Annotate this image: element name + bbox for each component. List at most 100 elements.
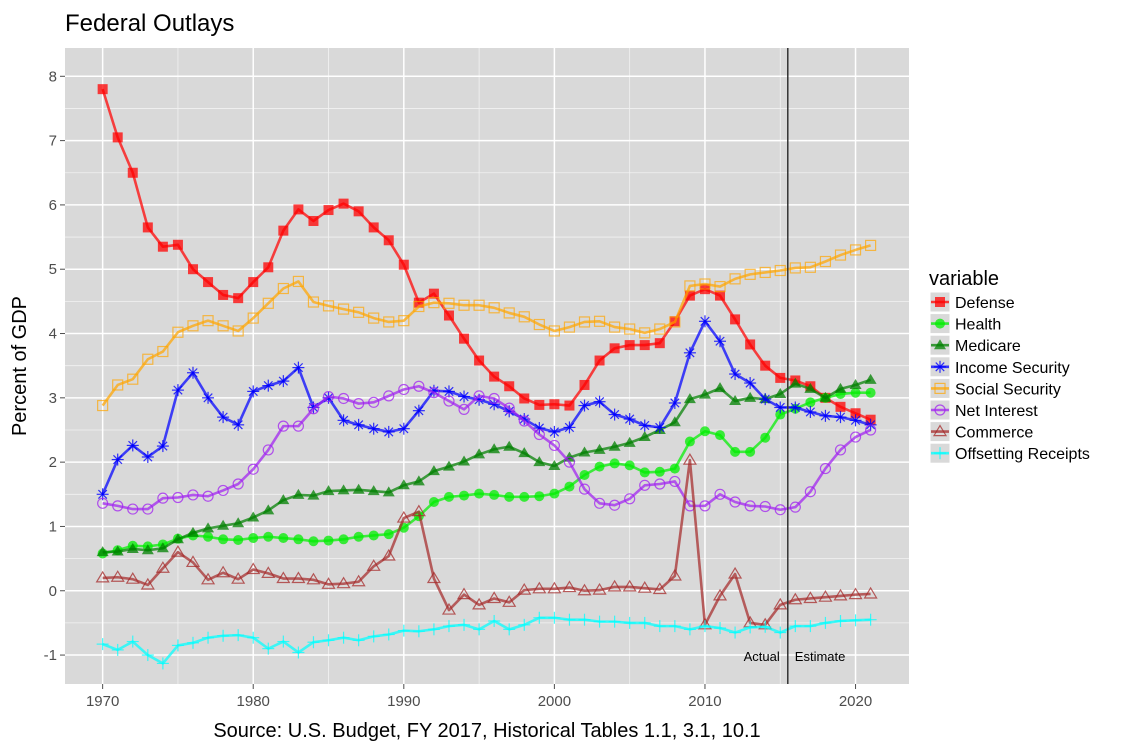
data-point-income-security bbox=[141, 450, 154, 463]
data-point-income-security bbox=[834, 411, 847, 424]
data-point-income-security bbox=[232, 418, 245, 431]
data-point-health bbox=[353, 531, 364, 542]
y-tick-label: 6 bbox=[49, 197, 57, 214]
legend-item-defense: Defense bbox=[929, 291, 1015, 313]
data-point-defense bbox=[383, 235, 394, 246]
data-point-income-security bbox=[668, 396, 681, 409]
data-point-defense bbox=[97, 84, 108, 95]
legend-label: Income Security bbox=[955, 360, 1070, 377]
data-point-defense bbox=[112, 132, 123, 143]
data-point-defense bbox=[549, 399, 560, 410]
y-tick-label: 7 bbox=[49, 133, 57, 150]
data-point-defense bbox=[127, 167, 138, 178]
data-point-income-security bbox=[156, 440, 169, 453]
data-point-defense bbox=[233, 293, 244, 304]
x-axis: 1970 1980 1990 2000 2010 2020 bbox=[86, 684, 872, 710]
data-point-income-security bbox=[337, 414, 350, 427]
data-point-health bbox=[594, 461, 605, 472]
legend-item-health: Health bbox=[929, 313, 1001, 335]
annotation-estimate: Estimate bbox=[795, 649, 846, 664]
data-point-health bbox=[564, 481, 575, 492]
data-point-income-security bbox=[262, 379, 275, 392]
data-point-health bbox=[549, 488, 560, 499]
data-point-health bbox=[639, 467, 650, 478]
data-point-health bbox=[730, 446, 741, 457]
legend-label: Net Interest bbox=[955, 403, 1038, 420]
data-point-defense bbox=[639, 340, 650, 351]
data-point-income-security bbox=[217, 411, 230, 424]
data-point-defense bbox=[775, 372, 786, 383]
data-point-health bbox=[609, 458, 620, 469]
data-point-health bbox=[489, 489, 500, 500]
data-point-health bbox=[654, 466, 665, 477]
data-point-defense bbox=[368, 222, 379, 233]
y-tick-label: 3 bbox=[49, 390, 57, 407]
legend-label: Defense bbox=[955, 295, 1015, 312]
legend-item-commerce: Commerce bbox=[929, 421, 1033, 443]
data-point-health bbox=[745, 446, 756, 457]
data-point-defense bbox=[609, 343, 620, 354]
legend-label: Health bbox=[955, 317, 1001, 334]
x-tick-label: 2020 bbox=[839, 693, 872, 710]
data-point-defense bbox=[730, 314, 741, 325]
data-point-defense bbox=[459, 333, 470, 344]
data-point-defense bbox=[564, 400, 575, 411]
data-point-health bbox=[278, 533, 289, 544]
data-point-income-security bbox=[653, 421, 666, 434]
data-point-health bbox=[248, 533, 259, 544]
data-point-health bbox=[263, 531, 274, 542]
x-tick-label: 1970 bbox=[86, 693, 119, 710]
legend-label: Commerce bbox=[955, 425, 1033, 442]
data-point-health bbox=[504, 491, 515, 502]
data-point-income-security bbox=[382, 425, 395, 438]
x-tick-label: 2000 bbox=[538, 693, 571, 710]
data-point-health bbox=[443, 491, 454, 502]
data-point-income-security bbox=[729, 368, 742, 381]
data-point-health bbox=[760, 432, 771, 443]
data-point-income-security bbox=[698, 315, 711, 328]
data-point-health bbox=[459, 490, 470, 501]
legend-label: Social Security bbox=[955, 381, 1061, 398]
data-point-health bbox=[474, 488, 485, 499]
data-point-defense bbox=[187, 264, 198, 275]
data-point-defense bbox=[835, 401, 846, 412]
legend-label: Offsetting Receipts bbox=[955, 446, 1090, 463]
data-point-defense bbox=[489, 371, 500, 382]
data-point-defense bbox=[760, 360, 771, 371]
x-tick-label: 2010 bbox=[688, 693, 721, 710]
data-point-income-security bbox=[277, 375, 290, 388]
data-point-income-security bbox=[578, 399, 591, 412]
x-tick-label: 1980 bbox=[237, 693, 270, 710]
legend-item-offsetting-receipts: Offsetting Receipts bbox=[929, 442, 1090, 464]
data-point-income-security bbox=[683, 346, 696, 359]
data-point-health bbox=[383, 529, 394, 540]
data-point-defense bbox=[338, 198, 349, 209]
data-point-health bbox=[865, 387, 876, 398]
data-point-income-security bbox=[202, 391, 215, 404]
data-point-defense bbox=[474, 355, 485, 366]
data-point-income-security bbox=[111, 453, 124, 466]
data-point-health bbox=[624, 460, 635, 471]
data-point-income-security bbox=[623, 413, 636, 426]
data-point-defense bbox=[157, 241, 168, 252]
data-point-income-security bbox=[292, 361, 305, 374]
data-point-income-security bbox=[608, 408, 621, 421]
legend-key-marker bbox=[935, 297, 945, 307]
data-point-defense bbox=[654, 338, 665, 349]
data-point-defense bbox=[248, 277, 259, 288]
data-point-defense bbox=[172, 239, 183, 250]
y-tick-label: 2 bbox=[49, 454, 57, 471]
data-point-defense bbox=[263, 262, 274, 273]
data-point-income-security bbox=[247, 385, 260, 398]
data-point-income-security bbox=[593, 395, 606, 408]
data-point-income-security bbox=[563, 421, 576, 434]
data-point-health bbox=[850, 387, 861, 398]
y-tick-label: 8 bbox=[49, 68, 57, 85]
data-point-health bbox=[805, 397, 816, 408]
legend-item-medicare: Medicare bbox=[929, 334, 1021, 356]
annotation-actual: Actual bbox=[744, 649, 780, 664]
data-point-health bbox=[203, 531, 214, 542]
data-point-defense bbox=[745, 339, 756, 350]
data-point-income-security bbox=[849, 414, 862, 427]
data-point-income-security bbox=[126, 439, 139, 452]
